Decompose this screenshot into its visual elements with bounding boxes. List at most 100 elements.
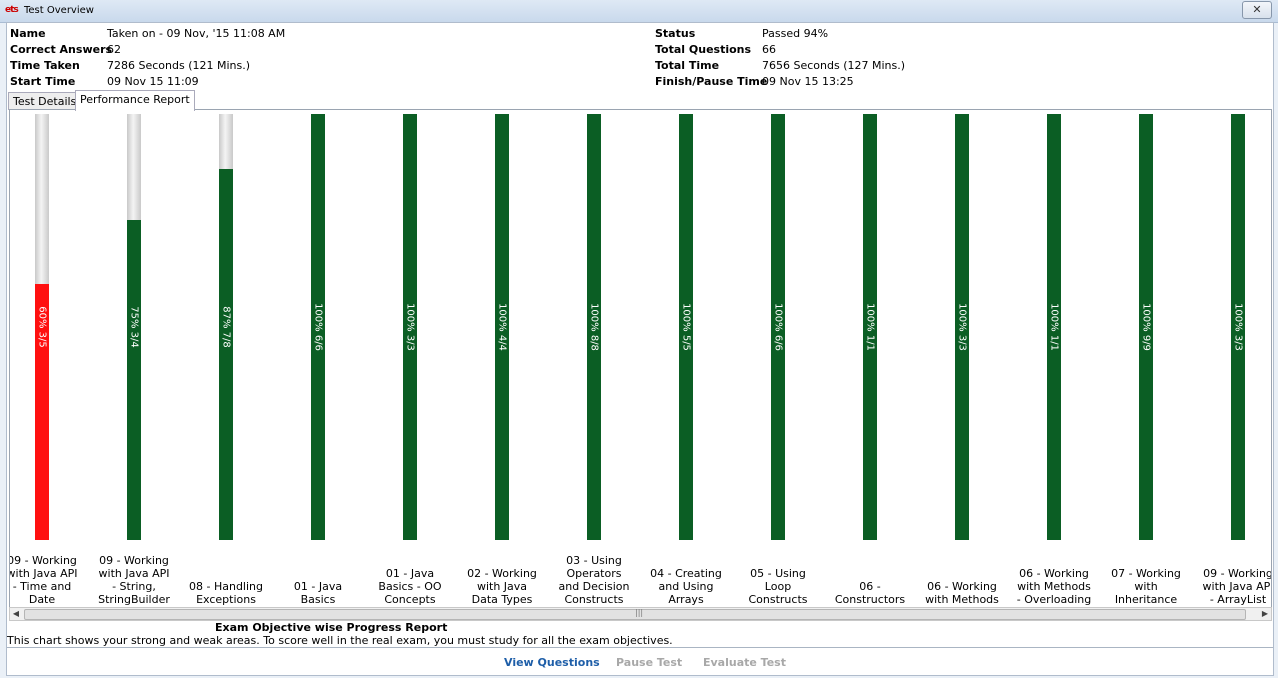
status-label: Status [655, 27, 696, 40]
time-taken-value: 7286 Seconds (121 Mins.) [107, 59, 251, 72]
category-label: 05 - Using Loop Constructs [733, 567, 823, 606]
bar-value-label: 87% 7/8 [220, 306, 232, 348]
category-label-line: Basics [300, 593, 336, 606]
category-label-line: 09 - Working [99, 554, 169, 567]
app-logo-icon: ets [5, 5, 19, 15]
category-label-line: Basics - OO [378, 580, 442, 593]
category-label-line: - Overloading [1016, 593, 1092, 606]
category-label-line: with Methods [925, 593, 999, 606]
bar-value-label: 100% 3/3 [1232, 303, 1244, 351]
category-label-line: Constructors [834, 593, 906, 606]
name-value: Taken on - 09 Nov, '15 11:08 AM [107, 27, 286, 40]
finish-pause-time-label: Finish/Pause Time [655, 75, 768, 88]
total-questions-value: 66 [762, 43, 776, 56]
bar-track: 100% 3/3 [1231, 114, 1245, 540]
bar-value-label: 100% 1/1 [1048, 303, 1060, 351]
category-label: 09 - Working with Java API - String, String… [89, 554, 179, 606]
category-label: 09 - Working with Java API - ArrayList [1193, 567, 1272, 606]
category-label: 04 - Creating and Using Arrays [641, 567, 731, 606]
category-label-line: with Java [476, 580, 528, 593]
bar-track: 87% 7/8 [219, 114, 233, 540]
bar-track: 100% 8/8 [587, 114, 601, 540]
category-label-line: 09 - Working [9, 554, 77, 567]
report-description: This chart shows your strong and weak ar… [7, 634, 673, 647]
status-value: Passed 94% [762, 27, 829, 40]
bar-value-label: 100% 3/3 [956, 303, 968, 351]
category-label-line: Inheritance [1114, 593, 1178, 606]
category-label-line: 09 - Working [1203, 567, 1272, 580]
divider [7, 647, 1273, 648]
category-label: 01 - Java Basics [273, 580, 363, 606]
category-label-line: and Decision [558, 580, 630, 593]
pause-test-button[interactable]: Pause Test [616, 656, 682, 669]
category-label-line: Date [28, 593, 56, 606]
correct-answers-label: Correct Answers [10, 43, 113, 56]
category-label-line: 01 - Java [293, 580, 343, 593]
window-title: Test Overview [24, 5, 94, 16]
chart-horizontal-scrollbar[interactable]: ◀ ||| ▶ [9, 607, 1272, 621]
view-questions-button[interactable]: View Questions [504, 656, 600, 669]
category-label-line: Data Types [471, 593, 533, 606]
category-label-line: 03 - Using [566, 554, 622, 567]
close-window-button[interactable]: ✕ [1242, 1, 1272, 19]
report-title: Exam Objective wise Progress Report [215, 621, 448, 634]
category-label-line: Operators [566, 567, 622, 580]
category-label-line: 08 - Handling [189, 580, 263, 593]
category-label-line: with Java API [9, 567, 78, 580]
category-label-line: with Java API [98, 567, 170, 580]
scroll-right-icon[interactable]: ▶ [1259, 608, 1271, 620]
performance-chart: 60% 3/5 09 - Working with Java API - Time a… [9, 109, 1272, 609]
bar-track: 75% 3/4 [127, 114, 141, 540]
bar-value-label: 75% 3/4 [128, 306, 140, 348]
total-questions-label: Total Questions [655, 43, 752, 56]
category-label: 09 - Working with Java API - Time and Date [9, 554, 87, 606]
scroll-left-icon[interactable]: ◀ [10, 608, 22, 620]
category-label-line: 01 - Java [385, 567, 435, 580]
bar-track: 100% 5/5 [679, 114, 693, 540]
bar-track: 100% 6/6 [311, 114, 325, 540]
finish-pause-time-value: 09 Nov 15 13:25 [762, 75, 854, 88]
tab-performance-report[interactable]: Performance Report [75, 90, 195, 111]
category-label-line: with [1134, 580, 1158, 593]
time-taken-label: Time Taken [10, 59, 80, 72]
category-label: 03 - Using Operators and Decision Construct… [549, 554, 639, 606]
category-label-line: 06 - Working [927, 580, 997, 593]
scrollbar-thumb[interactable]: ||| [24, 608, 1246, 620]
category-label-line: StringBuilder [98, 593, 170, 606]
grip-icon: ||| [635, 608, 644, 617]
category-label-line: Constructs [748, 593, 808, 606]
bar-track: 100% 3/3 [403, 114, 417, 540]
category-label: 02 - Working with Java Data Types [457, 567, 547, 606]
category-label-line: 04 - Creating [650, 567, 722, 580]
bar-value-label: 100% 8/8 [588, 303, 600, 351]
tab-test-details[interactable]: Test Details [8, 92, 82, 110]
category-label-line: Constructs [564, 593, 624, 606]
bar-value-label: 100% 3/3 [404, 303, 416, 351]
category-label: 06 - Working with Methods - Overloading [1009, 567, 1099, 606]
correct-answers-value: 62 [107, 43, 121, 56]
bar-track: 100% 1/1 [863, 114, 877, 540]
bar-value-label: 100% 1/1 [864, 303, 876, 351]
bar-value-label: 100% 9/9 [1140, 303, 1152, 351]
bar-value-label: 100% 5/5 [680, 303, 692, 351]
bar-value-label: 100% 4/4 [496, 303, 508, 351]
main-content: Name Taken on - 09 Nov, '15 11:08 AM Cor… [6, 22, 1274, 676]
category-label-line: with Java API [1202, 580, 1272, 593]
category-label-line: - ArrayList [1209, 593, 1267, 606]
evaluate-test-button[interactable]: Evaluate Test [703, 656, 786, 669]
category-label-line: - String, [112, 580, 156, 593]
category-label-line: with Methods [1017, 580, 1091, 593]
close-icon: ✕ [1252, 3, 1262, 16]
category-label-line: - Time and [12, 580, 72, 593]
category-label-line: 05 - Using [750, 567, 806, 580]
bar-value-label: 100% 6/6 [312, 303, 324, 351]
bar-track: 60% 3/5 [35, 114, 49, 540]
bar [219, 169, 233, 540]
bar-track: 100% 9/9 [1139, 114, 1153, 540]
bar-track: 100% 3/3 [955, 114, 969, 540]
category-label-line: 06 - [859, 580, 881, 593]
name-label: Name [10, 27, 46, 40]
category-label: 07 - Working with Inheritance [1101, 567, 1191, 606]
window-titlebar: ets Test Overview ✕ [0, 0, 1278, 23]
category-label: 06 - Working with Methods [917, 580, 1007, 606]
